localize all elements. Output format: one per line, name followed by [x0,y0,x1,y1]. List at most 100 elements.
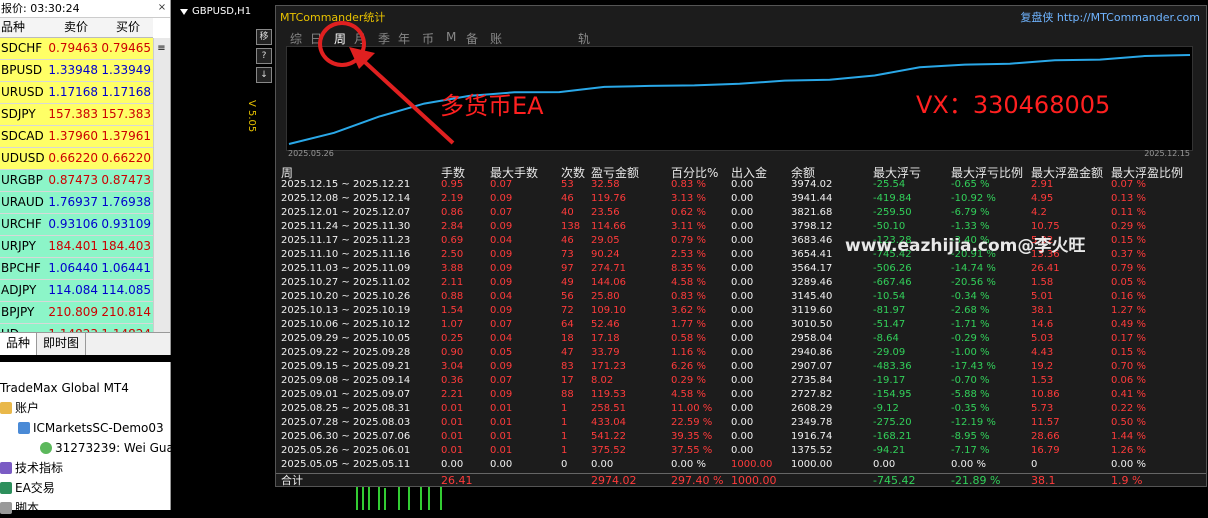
table-cell: 0.00 [731,333,754,344]
header-bid[interactable]: 卖价 [49,18,103,37]
nav-root[interactable]: TradeMax Global MT4 [0,378,129,398]
table-cell: -10.92 % [951,193,996,204]
list-item[interactable]: URGBP 0.87473 0.87473 [0,170,153,192]
cell-ask: 1.17168 [101,85,151,99]
table-cell: 3119.60 [791,305,833,316]
table-cell: 3564.17 [791,263,833,274]
cell-bid: 0.79463 [48,41,99,55]
nav-account[interactable]: 31273239: Wei Gua [40,438,174,458]
table-row[interactable]: 2025.05.05 ~ 2025.05.11 0.00 0.00 0 0.00 0.00… [276,458,1206,472]
table-cell: 2025.09.15 ~ 2025.09.21 [281,361,411,372]
cell-ask: 0.93109 [101,217,151,231]
scroll-thumb-icon[interactable]: ≡ [157,42,166,56]
minimize-button[interactable]: ↓ [256,67,272,83]
tab-0[interactable]: 综 [290,30,302,47]
table-cell: -0.34 % [951,291,990,302]
table-row[interactable]: 2025.09.29 ~ 2025.10.05 0.25 0.04 18 17.18 0.… [276,332,1206,346]
table-cell: 0.00 [731,417,754,428]
table-cell: 2.11 [441,277,464,288]
brand-url[interactable]: http://MTCommander.com [1057,11,1200,24]
table-cell: 83 [561,361,574,372]
help-button[interactable]: ? [256,48,272,64]
panel-brand[interactable]: 复盘侠 http://MTCommander.com [1020,9,1200,25]
table-cell: 97 [561,263,574,274]
table-cell: 2.21 [441,389,464,400]
table-row[interactable]: 2025.11.03 ~ 2025.11.09 3.88 0.09 97 274.71 8… [276,262,1206,276]
list-item[interactable]: UDUSD 0.66220 0.66220 [0,148,153,170]
table-cell: 2025.11.24 ~ 2025.11.30 [281,221,411,232]
table-row[interactable]: 2025.09.01 ~ 2025.09.07 2.21 0.09 88 119.53 4… [276,388,1206,402]
table-cell: 0.69 [441,235,464,246]
table-cell: 109.10 [591,305,626,316]
nav-accounts[interactable]: 账户 [0,398,39,418]
list-item[interactable]: SDJPY 157.383 157.383 [0,104,153,126]
table-cell: 2025.10.06 ~ 2025.10.12 [281,319,411,330]
list-item[interactable]: ADJPY 114.084 114.085 [0,280,153,302]
tab-tick-chart[interactable]: 即时图 [37,333,87,355]
table-cell: 119.76 [591,193,626,204]
scrollbar[interactable]: ≡ [153,38,170,332]
table-cell: 0.00 [731,277,754,288]
table-cell: 0.00 [441,459,464,470]
table-row[interactable]: 2025.09.22 ~ 2025.09.28 0.90 0.05 47 33.79 1.… [276,346,1206,360]
table-cell: 1.27 % [1111,305,1146,316]
header-symbol[interactable]: 品种 [0,18,49,37]
table-cell: 8.35 % [671,263,706,274]
table-row[interactable]: 2025.10.20 ~ 2025.10.26 0.88 0.04 56 25.80 0.… [276,290,1206,304]
list-item[interactable]: URCHF 0.93106 0.93109 [0,214,153,236]
table-cell: -10.54 [873,291,906,302]
list-item[interactable]: BPJPY 210.809 210.814 [0,302,153,324]
close-icon[interactable]: × [156,2,168,14]
table-cell: 0.00 [731,389,754,400]
header-ask[interactable]: 买价 [103,18,153,37]
table-row[interactable]: 2025.06.30 ~ 2025.07.06 0.01 0.01 1 541.22 39… [276,430,1206,444]
table-cell: 2025.09.29 ~ 2025.10.05 [281,333,411,344]
table-row[interactable]: 2025.10.27 ~ 2025.11.02 2.11 0.09 49 144.06 4… [276,276,1206,290]
nav-scripts[interactable]: 脚本 [0,498,39,518]
cell-bid: 1.17168 [48,85,99,99]
nav-server[interactable]: ICMarketsSC-Demo03 [18,418,164,438]
table-cell: 0.04 [490,235,513,246]
list-item[interactable]: URUSD 1.17168 1.17168 [0,82,153,104]
table-row[interactable]: 2025.05.26 ~ 2025.06.01 0.01 0.01 1 375.52 37… [276,444,1206,458]
table-cell: 0.01 [441,445,464,456]
nav-experts[interactable]: EA交易 [0,478,55,498]
table-cell: 0.05 % [1111,277,1146,288]
total-cell: 1.9 % [1111,474,1143,487]
tab-symbols[interactable]: 品种 [0,333,38,355]
list-item[interactable]: BPUSD 1.33948 1.33949 [0,60,153,82]
list-item[interactable]: URJPY 184.401 184.403 [0,236,153,258]
table-row[interactable]: 2025.12.15 ~ 2025.12.21 0.95 0.07 53 32.58 0.… [276,178,1206,192]
table-cell: 22.59 % [671,417,713,428]
table-row[interactable]: 2025.12.08 ~ 2025.12.14 2.19 0.09 46 119.76 3… [276,192,1206,206]
list-item[interactable]: BPCHF 1.06440 1.06441 [0,258,153,280]
move-button[interactable]: 移 [256,29,272,45]
tab-7[interactable]: M [446,30,456,44]
tab-8[interactable]: 备 [466,30,478,47]
table-cell: 3.62 % [671,305,706,316]
server-icon [18,422,30,434]
table-row[interactable]: 2025.10.13 ~ 2025.10.19 1.54 0.09 72 109.10 3… [276,304,1206,318]
table-cell: 17.18 [591,333,620,344]
list-item[interactable]: SDCHF 0.79463 0.79465 [0,38,153,60]
total-cell: 1000.00 [731,474,777,487]
table-cell: 1.44 % [1111,431,1146,442]
table-cell: 0.07 [490,207,513,218]
table-cell: -5.88 % [951,389,990,400]
table-cell: 171.23 [591,361,626,372]
table-row[interactable]: 2025.10.06 ~ 2025.10.12 1.07 0.07 64 52.46 1.… [276,318,1206,332]
table-cell: 0.00 [731,207,754,218]
table-row[interactable]: 2025.09.08 ~ 2025.09.14 0.36 0.07 17 8.02 0.2… [276,374,1206,388]
table-row[interactable]: 2025.09.15 ~ 2025.09.21 3.04 0.09 83 171.23 6… [276,360,1206,374]
table-cell: 2.50 [441,249,464,260]
list-item[interactable]: URAUD 1.76937 1.76938 [0,192,153,214]
table-row[interactable]: 2025.12.01 ~ 2025.12.07 0.86 0.07 40 23.56 0.… [276,206,1206,220]
table-cell: -20.56 % [951,277,996,288]
table-row[interactable]: 2025.07.28 ~ 2025.08.03 0.01 0.01 1 433.04 22… [276,416,1206,430]
table-cell: -168.21 [873,431,912,442]
list-item[interactable]: SDCAD 1.37960 1.37961 [0,126,153,148]
dropdown-triangle-icon[interactable] [180,8,188,15]
table-cell: -8.95 % [951,431,990,442]
table-row[interactable]: 2025.08.25 ~ 2025.08.31 0.01 0.01 1 258.51 11… [276,402,1206,416]
nav-indicators[interactable]: 技术指标 [0,458,63,478]
